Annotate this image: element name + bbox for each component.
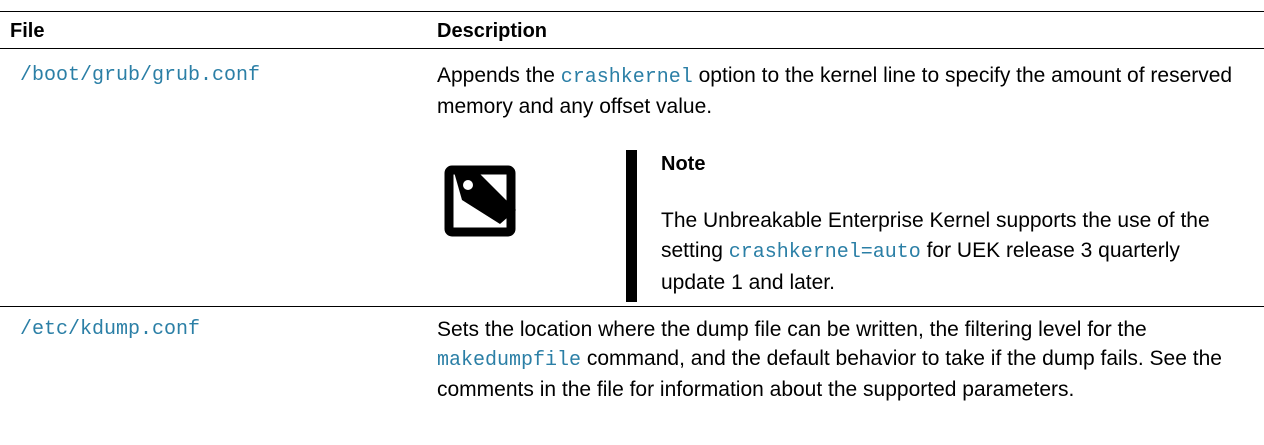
- note-tag-icon: [444, 165, 516, 237]
- table-top-rule: [0, 11, 1264, 12]
- file-grub-conf: /boot/grub/grub.conf: [20, 64, 261, 87]
- description-grub-conf: Appends the crashkernel option to the ke…: [437, 61, 1237, 121]
- desc-text: Sets the location where the dump file ca…: [437, 318, 1147, 341]
- description-kdump-conf: Sets the location where the dump file ca…: [437, 315, 1252, 404]
- desc-code: makedumpfile: [437, 349, 582, 372]
- row-rule: [0, 306, 1264, 307]
- file-kdump-conf: /etc/kdump.conf: [20, 318, 201, 341]
- desc-text: Appends the: [437, 64, 561, 87]
- header-file: File: [10, 20, 45, 42]
- note-code: crashkernel=auto: [728, 241, 921, 264]
- desc-code: crashkernel: [560, 66, 693, 89]
- header-description: Description: [437, 20, 548, 42]
- note-sidebar: [626, 150, 637, 302]
- note-title: Note: [661, 153, 706, 175]
- note-body: The Unbreakable Enterprise Kernel suppor…: [661, 206, 1241, 298]
- header-rule: [0, 48, 1264, 49]
